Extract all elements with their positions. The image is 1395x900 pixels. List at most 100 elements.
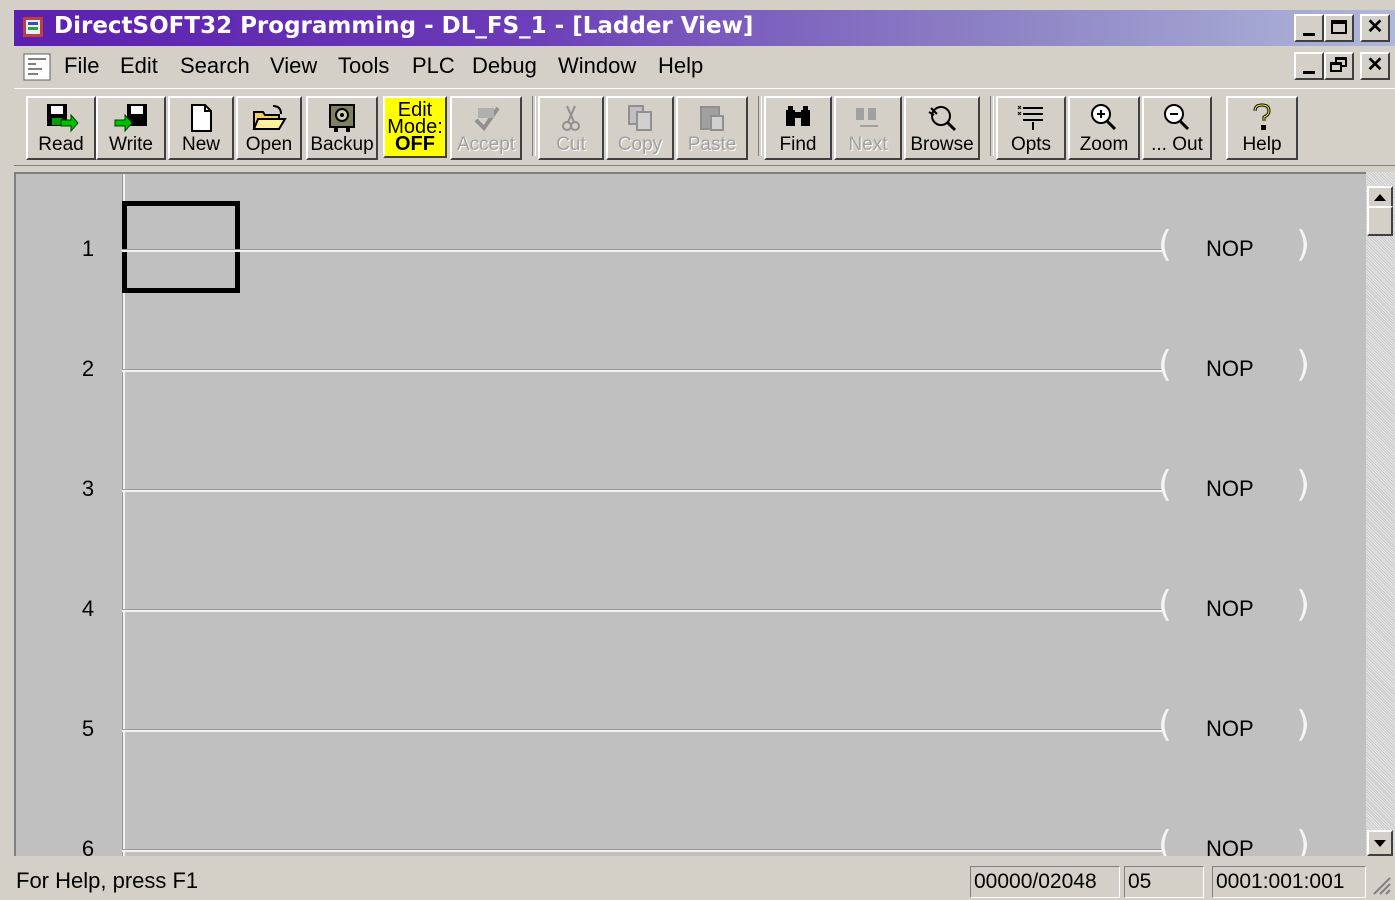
coil-right-bracket: ) xyxy=(1296,344,1311,385)
new-file-icon xyxy=(191,104,212,132)
menu-search[interactable]: Search xyxy=(180,53,250,79)
help-question-icon xyxy=(1253,103,1271,130)
edit-cursor[interactable] xyxy=(122,201,240,293)
cut-button[interactable]: Cut xyxy=(538,96,604,160)
coil-instruction[interactable]: NOP xyxy=(1206,476,1254,502)
status-cpu: 05 xyxy=(1124,866,1204,898)
rung-number: 6 xyxy=(81,836,95,856)
next-label: Next xyxy=(848,134,888,155)
write-button[interactable]: Write xyxy=(96,96,166,160)
read-button[interactable]: Read xyxy=(26,96,96,160)
find-button[interactable]: Find xyxy=(764,96,832,160)
toolbar-separator xyxy=(758,96,762,156)
rung-line[interactable] xyxy=(122,609,1162,612)
next-button[interactable]: Next xyxy=(834,96,902,160)
mdi-minimize-button[interactable] xyxy=(1294,52,1324,80)
coil-left-bracket: ( xyxy=(1158,584,1173,625)
coil-left-bracket: ( xyxy=(1158,224,1173,265)
edit-mode-toggle[interactable]: Edit Mode: OFF xyxy=(383,96,447,158)
zoom-out-icon xyxy=(1164,104,1190,131)
coil-instruction[interactable]: NOP xyxy=(1206,236,1254,262)
menu-debug[interactable]: Debug xyxy=(472,53,537,79)
accept-label: Accept xyxy=(456,134,516,155)
coil-instruction[interactable]: NOP xyxy=(1206,596,1254,622)
maximize-icon xyxy=(1331,20,1347,34)
browse-button[interactable]: Browse xyxy=(904,96,980,160)
zoom-label: Zoom xyxy=(1079,134,1129,155)
open-button[interactable]: Open xyxy=(236,96,302,160)
size-grip-icon[interactable] xyxy=(1370,872,1392,896)
zoom-out-button[interactable]: ... Out xyxy=(1142,96,1212,160)
coil-right-bracket: ) xyxy=(1296,464,1311,505)
minimize-button[interactable] xyxy=(1294,14,1324,42)
help-label: Help xyxy=(1242,134,1282,155)
coil-left-bracket: ( xyxy=(1158,344,1173,385)
open-folder-icon xyxy=(252,105,287,130)
copy-icon xyxy=(628,105,652,131)
window-title: DirectSOFT32 Programming - DL_FS_1 - [La… xyxy=(54,13,754,39)
rung-number: 4 xyxy=(81,596,95,621)
rung-line[interactable] xyxy=(122,249,1162,252)
maximize-button[interactable] xyxy=(1324,14,1354,42)
opts-button[interactable]: Opts xyxy=(996,96,1066,160)
coil-right-bracket: ) xyxy=(1296,824,1311,856)
copy-label: Copy xyxy=(617,134,663,155)
status-help-text: For Help, press F1 xyxy=(16,868,199,893)
rung-number: 2 xyxy=(81,356,95,381)
options-icon xyxy=(1017,105,1043,130)
vertical-scrollbar[interactable] xyxy=(1366,172,1395,856)
find-next-icon xyxy=(856,108,878,127)
scroll-down-button[interactable] xyxy=(1367,830,1393,856)
rung-number: 3 xyxy=(81,476,95,501)
help-button[interactable]: Help xyxy=(1226,96,1298,160)
zoom-in-button[interactable]: Zoom xyxy=(1068,96,1140,160)
restore-icon-front xyxy=(1330,62,1342,72)
new-button[interactable]: New xyxy=(168,96,234,160)
menu-edit[interactable]: Edit xyxy=(120,53,158,79)
new-label: New xyxy=(181,134,220,155)
menu-help[interactable]: Help xyxy=(658,53,703,79)
scroll-thumb[interactable] xyxy=(1367,206,1393,236)
rung-line[interactable] xyxy=(122,489,1162,492)
title-bar[interactable]: DirectSOFT32 Programming - DL_FS_1 - [La… xyxy=(14,10,1395,46)
status-bar: For Help, press F1 00000/02048 05 0001:0… xyxy=(0,858,1395,900)
rung-line[interactable] xyxy=(122,729,1162,732)
mdi-restore-button[interactable] xyxy=(1324,52,1354,80)
coil-right-bracket: ) xyxy=(1296,224,1311,265)
opts-label: Opts xyxy=(1010,134,1052,155)
accept-button[interactable]: Accept xyxy=(450,96,522,160)
rung-line[interactable] xyxy=(122,849,1162,852)
app-icon[interactable] xyxy=(22,15,44,39)
rung-number: 5 xyxy=(81,716,95,741)
paste-icon xyxy=(700,106,724,131)
write-icon xyxy=(114,104,147,133)
close-icon: ✕ xyxy=(1366,54,1384,76)
toolbar-separator xyxy=(532,96,536,156)
mdi-close-button[interactable]: ✕ xyxy=(1360,52,1390,80)
menu-plc[interactable]: PLC xyxy=(412,53,455,79)
browse-icon xyxy=(928,106,957,132)
menu-file[interactable]: File xyxy=(64,53,99,79)
menu-view[interactable]: View xyxy=(270,53,317,79)
edit-mode-state: OFF xyxy=(395,133,435,155)
find-label: Find xyxy=(779,134,817,155)
menu-window[interactable]: Window xyxy=(558,53,636,79)
copy-button[interactable]: Copy xyxy=(606,96,674,160)
backup-button[interactable]: Backup xyxy=(306,96,378,160)
arrow-down-icon xyxy=(1374,840,1386,847)
document-icon[interactable] xyxy=(22,52,52,82)
open-label: Open xyxy=(245,134,293,155)
coil-right-bracket: ) xyxy=(1296,584,1311,625)
cut-label: Cut xyxy=(556,134,586,155)
paste-label: Paste xyxy=(687,134,737,155)
coil-instruction[interactable]: NOP xyxy=(1206,356,1254,382)
menu-tools[interactable]: Tools xyxy=(338,53,389,79)
menu-bar: File Edit Search View Tools PLC Debug Wi… xyxy=(14,48,1395,86)
rung-line[interactable] xyxy=(122,369,1162,372)
coil-instruction[interactable]: NOP xyxy=(1206,716,1254,742)
accept-icon xyxy=(474,106,500,132)
ladder-view[interactable]: 1 ( NOP ) 2 ( NOP ) 3 ( NOP ) 4 ( NOP ) … xyxy=(14,172,1366,856)
close-button[interactable]: ✕ xyxy=(1360,14,1390,42)
paste-button[interactable]: Paste xyxy=(676,96,748,160)
coil-instruction[interactable]: NOP xyxy=(1206,836,1254,856)
